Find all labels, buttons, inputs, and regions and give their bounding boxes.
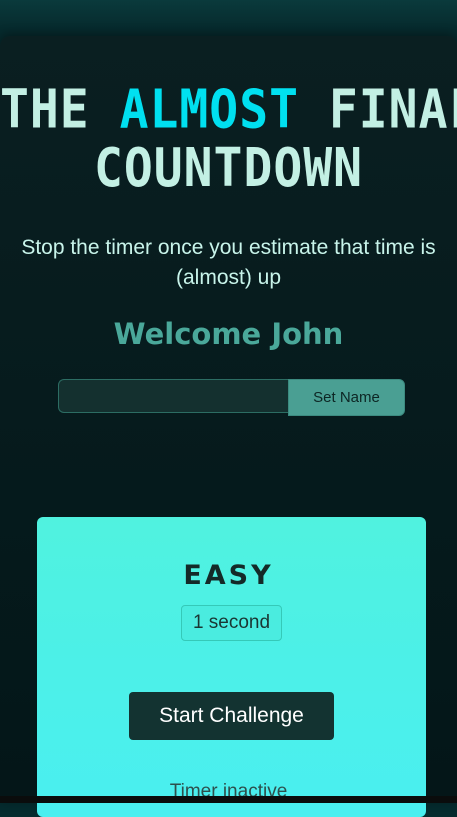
title-part-2: FINAL (328, 78, 457, 142)
title-line-2: COUNTDOWN (93, 136, 364, 200)
title-accent: ALMOST (119, 78, 299, 142)
start-challenge-button[interactable]: Start Challenge (129, 692, 334, 740)
set-name-button[interactable]: Set Name (288, 379, 405, 416)
bottom-edge (0, 796, 457, 803)
title-line-1: THE ALMOST FINAL (0, 81, 457, 140)
title-part-1: THE (0, 78, 120, 142)
player-name-input[interactable] (58, 379, 290, 413)
page-title: THE ALMOST FINAL COUNTDOWN (0, 81, 457, 200)
difficulty-heading: EASY (183, 560, 274, 591)
duration-badge: 1 second (181, 605, 282, 641)
page-subtitle: Stop the timer once you estimate that ti… (21, 236, 436, 289)
welcome-message: Welcome John (113, 317, 344, 351)
